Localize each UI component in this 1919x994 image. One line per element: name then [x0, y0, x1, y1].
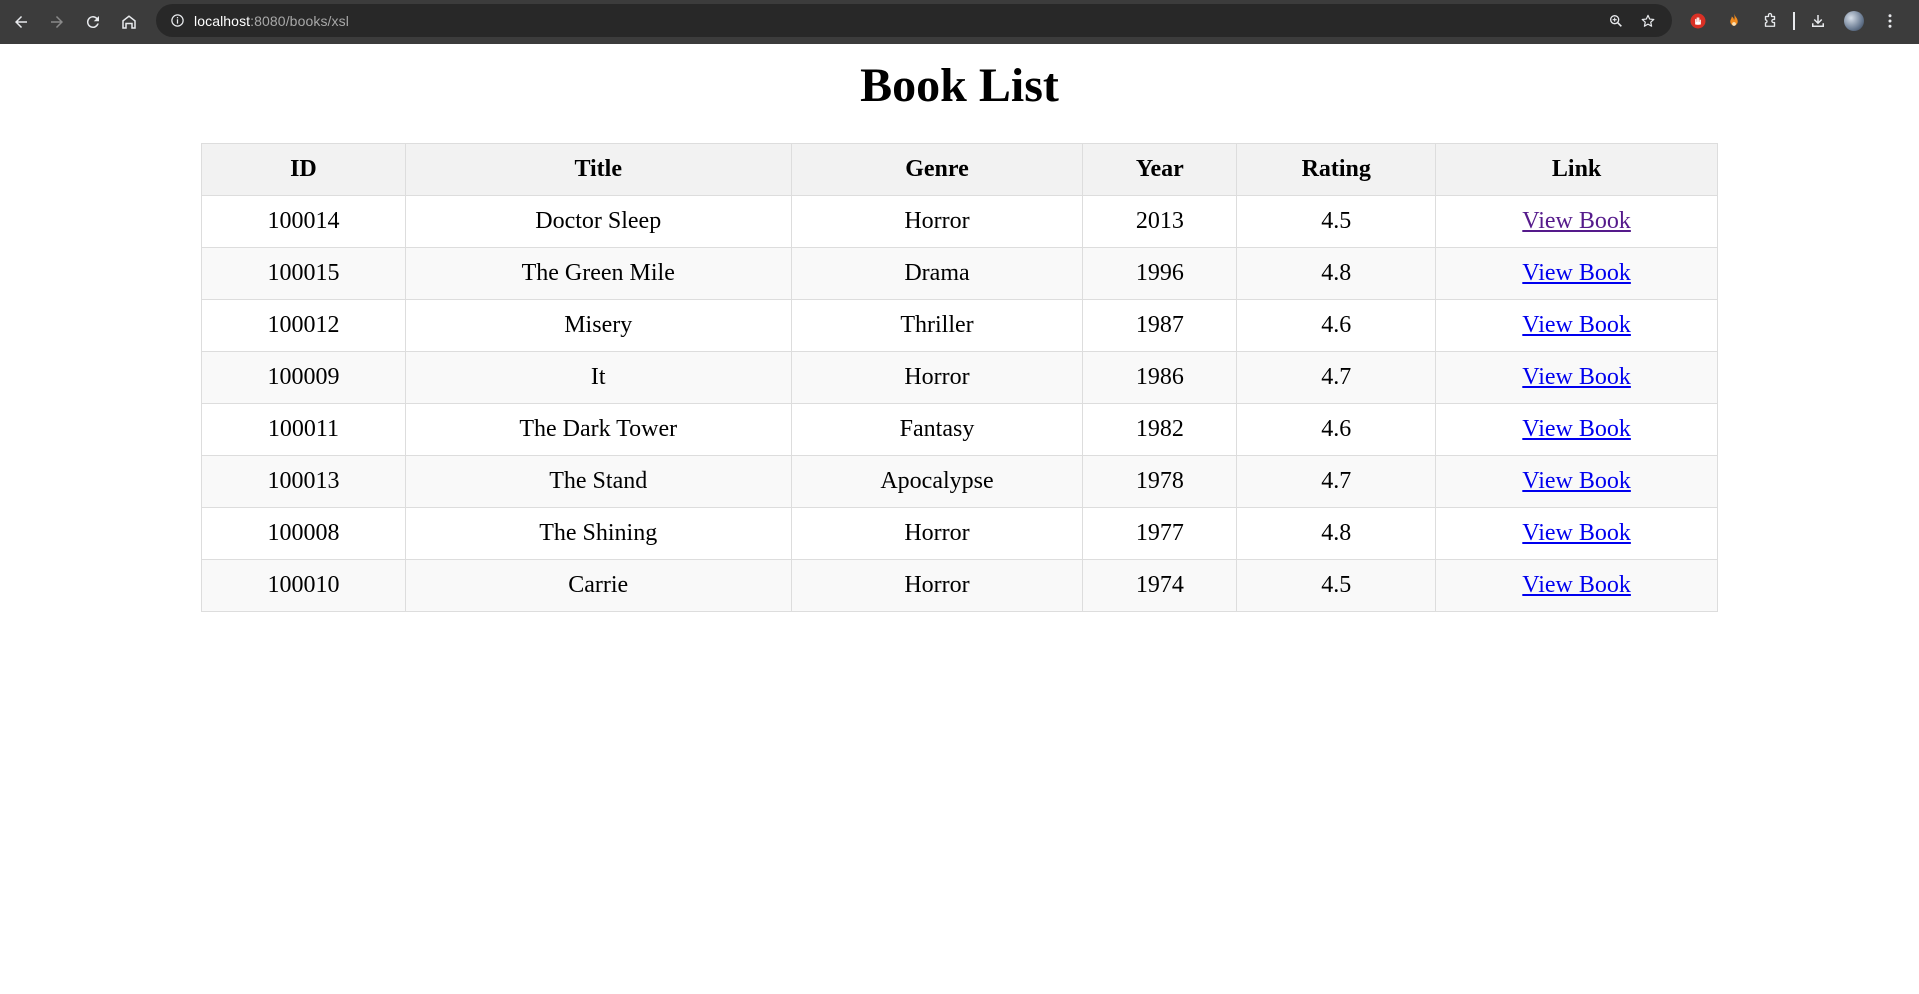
back-icon[interactable]: [3, 4, 39, 40]
cell-id: 100010: [201, 559, 406, 612]
profile-avatar[interactable]: [1836, 4, 1872, 37]
header-title: Title: [404, 143, 792, 196]
cell-genre: Apocalypse: [790, 455, 1084, 508]
cell-rating: 4.5: [1236, 559, 1437, 612]
cell-year: 1986: [1082, 351, 1238, 404]
browser-toolbar: localhost:8080/books/xsl: [0, 0, 1919, 44]
cell-year: 1974: [1082, 559, 1238, 612]
view-book-link[interactable]: View Book: [1522, 208, 1631, 234]
header-link: Link: [1435, 143, 1718, 196]
view-book-link[interactable]: View Book: [1522, 364, 1631, 390]
table-row: 100014 Doctor Sleep Horror 2013 4.5 View Book: [201, 195, 1718, 248]
extensions-puzzle-icon[interactable]: [1752, 4, 1788, 37]
view-book-link[interactable]: View Book: [1522, 468, 1631, 494]
site-info-icon[interactable]: [166, 10, 188, 32]
address-url[interactable]: localhost:8080/books/xsl: [194, 13, 349, 29]
cell-year: 2013: [1082, 195, 1238, 248]
cell-id: 100015: [201, 247, 406, 300]
toolbar-separator: [1793, 11, 1795, 30]
view-book-link[interactable]: View Book: [1522, 520, 1631, 546]
cell-rating: 4.6: [1236, 299, 1437, 352]
view-book-link[interactable]: View Book: [1522, 416, 1631, 442]
cell-genre: Horror: [790, 559, 1084, 612]
table-row: 100015 The Green Mile Drama 1996 4.8 View Boo…: [201, 247, 1718, 300]
cell-title: The Shining: [404, 507, 792, 560]
cell-title: It: [404, 351, 792, 404]
cell-year: 1996: [1082, 247, 1238, 300]
cell-genre: Horror: [790, 195, 1084, 248]
cell-genre: Horror: [790, 507, 1084, 560]
table-row: 100011 The Dark Tower Fantasy 1982 4.6 View B…: [201, 403, 1718, 456]
cell-genre: Horror: [790, 351, 1084, 404]
header-rating: Rating: [1236, 143, 1437, 196]
cell-rating: 4.7: [1236, 455, 1437, 508]
book-table-container: ID Title Genre Year Rating Link 100014 Do…: [201, 143, 1718, 612]
cell-link: View Book: [1435, 195, 1718, 248]
zoom-icon[interactable]: [1600, 5, 1632, 37]
cell-title: Misery: [404, 299, 792, 352]
cell-link: View Book: [1435, 247, 1718, 300]
cell-genre: Drama: [790, 247, 1084, 300]
cell-link: View Book: [1435, 403, 1718, 456]
cell-rating: 4.6: [1236, 403, 1437, 456]
view-book-link[interactable]: View Book: [1522, 572, 1631, 598]
cell-year: 1978: [1082, 455, 1238, 508]
table-header-row: ID Title Genre Year Rating Link: [201, 143, 1718, 196]
cell-id: 100009: [201, 351, 406, 404]
cell-id: 100013: [201, 455, 406, 508]
cell-link: View Book: [1435, 455, 1718, 508]
kebab-menu-icon[interactable]: [1872, 4, 1908, 37]
address-bar[interactable]: localhost:8080/books/xsl: [156, 4, 1672, 37]
cell-id: 100012: [201, 299, 406, 352]
url-path: :8080/books/xsl: [250, 12, 349, 29]
extension-flame-icon[interactable]: [1716, 4, 1752, 37]
table-row: 100008 The Shining Horror 1977 4.8 View Book: [201, 507, 1718, 560]
header-genre: Genre: [790, 143, 1084, 196]
book-table: ID Title Genre Year Rating Link 100014 Do…: [201, 143, 1718, 612]
table-row: 100009 It Horror 1986 4.7 View Book: [201, 351, 1718, 404]
extension-hand-icon[interactable]: [1680, 4, 1716, 37]
reload-icon[interactable]: [75, 4, 111, 40]
view-book-link[interactable]: View Book: [1522, 312, 1631, 338]
cell-year: 1977: [1082, 507, 1238, 560]
table-row: 100012 Misery Thriller 1987 4.6 View Book: [201, 299, 1718, 352]
cell-year: 1982: [1082, 403, 1238, 456]
forward-icon[interactable]: [39, 4, 75, 40]
cell-genre: Fantasy: [790, 403, 1084, 456]
cell-rating: 4.5: [1236, 195, 1437, 248]
header-id: ID: [201, 143, 406, 196]
view-book-link[interactable]: View Book: [1522, 260, 1631, 286]
table-row: 100013 The Stand Apocalypse 1978 4.7 View Boo…: [201, 455, 1718, 508]
cell-title: Carrie: [404, 559, 792, 612]
cell-title: The Stand: [404, 455, 792, 508]
home-icon[interactable]: [111, 4, 147, 40]
cell-title: Doctor Sleep: [404, 195, 792, 248]
cell-link: View Book: [1435, 351, 1718, 404]
cell-link: View Book: [1435, 559, 1718, 612]
cell-title: The Green Mile: [404, 247, 792, 300]
cell-genre: Thriller: [790, 299, 1084, 352]
cell-id: 100014: [201, 195, 406, 248]
header-year: Year: [1082, 143, 1238, 196]
download-icon[interactable]: [1800, 4, 1836, 37]
cell-id: 100011: [201, 403, 406, 456]
cell-title: The Dark Tower: [404, 403, 792, 456]
cell-link: View Book: [1435, 507, 1718, 560]
cell-rating: 4.7: [1236, 351, 1437, 404]
table-row: 100010 Carrie Horror 1974 4.5 View Book: [201, 559, 1718, 612]
cell-id: 100008: [201, 507, 406, 560]
url-host: localhost: [194, 12, 251, 29]
bookmark-star-icon[interactable]: [1632, 5, 1664, 37]
cell-rating: 4.8: [1236, 247, 1437, 300]
page-title: Book List: [860, 59, 1059, 112]
cell-rating: 4.8: [1236, 507, 1437, 560]
cell-year: 1987: [1082, 299, 1238, 352]
cell-link: View Book: [1435, 299, 1718, 352]
